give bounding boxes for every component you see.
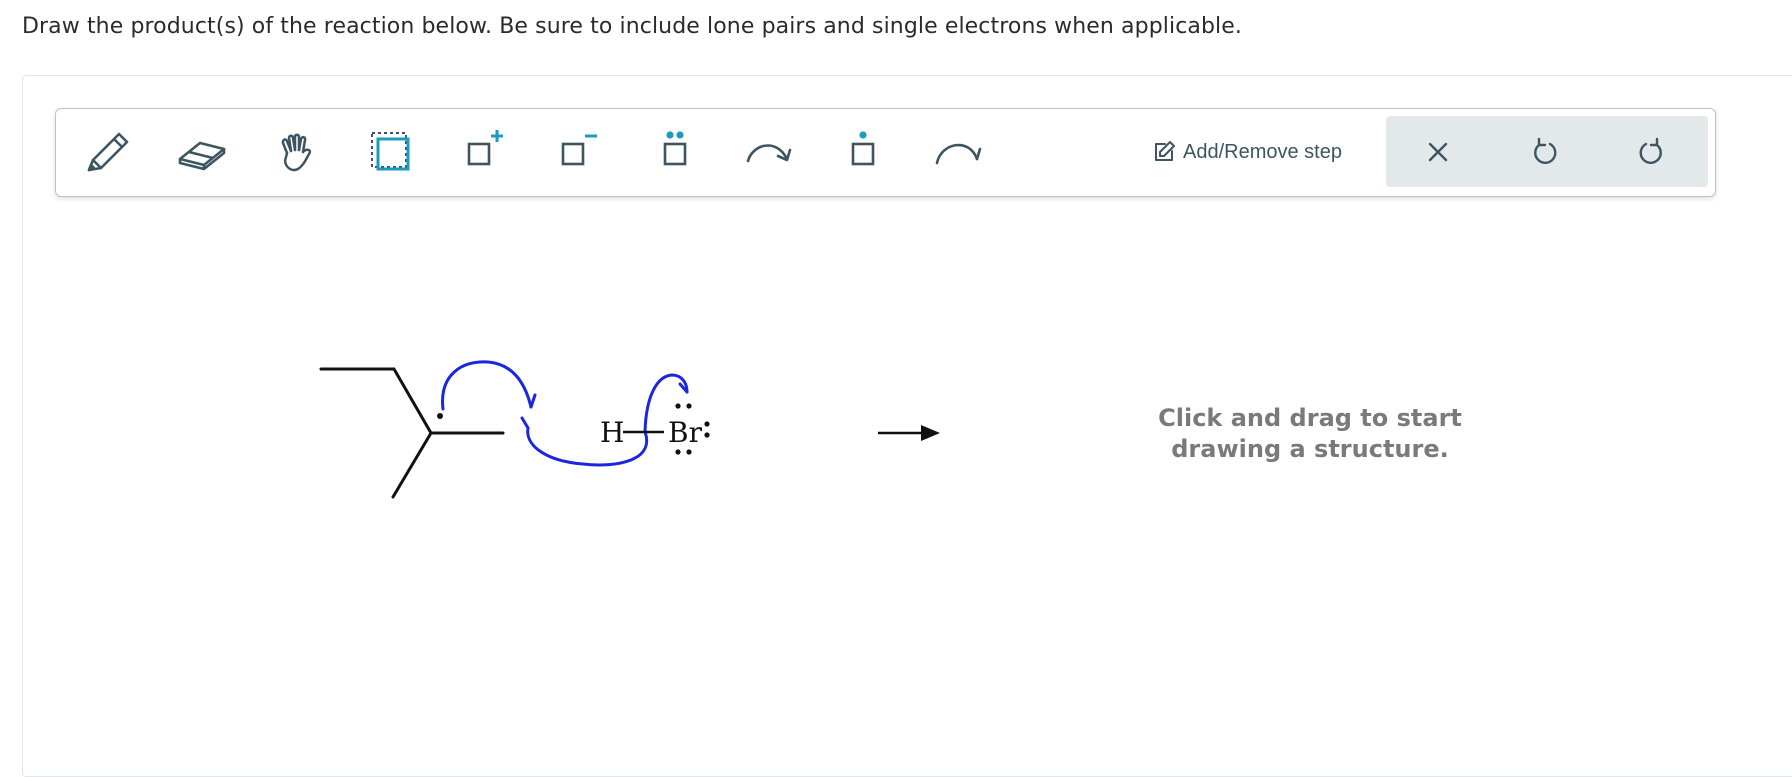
- radical-electron: [437, 413, 443, 419]
- reaction-canvas: H Br: [319, 360, 940, 499]
- hydrogen-label: H: [600, 416, 624, 449]
- drawing-hint: Click and drag to start drawing a struct…: [1110, 403, 1510, 465]
- reaction-arrow: [878, 425, 940, 441]
- fishhook-arrow-bond-h: [520, 416, 649, 467]
- hint-line-2: drawing a structure.: [1171, 435, 1449, 463]
- fishhook-arrow-radical: [441, 360, 537, 411]
- bromine-label: Br: [668, 416, 703, 449]
- hint-line-1: Click and drag to start: [1158, 404, 1462, 432]
- radical-skeleton: [319, 367, 505, 499]
